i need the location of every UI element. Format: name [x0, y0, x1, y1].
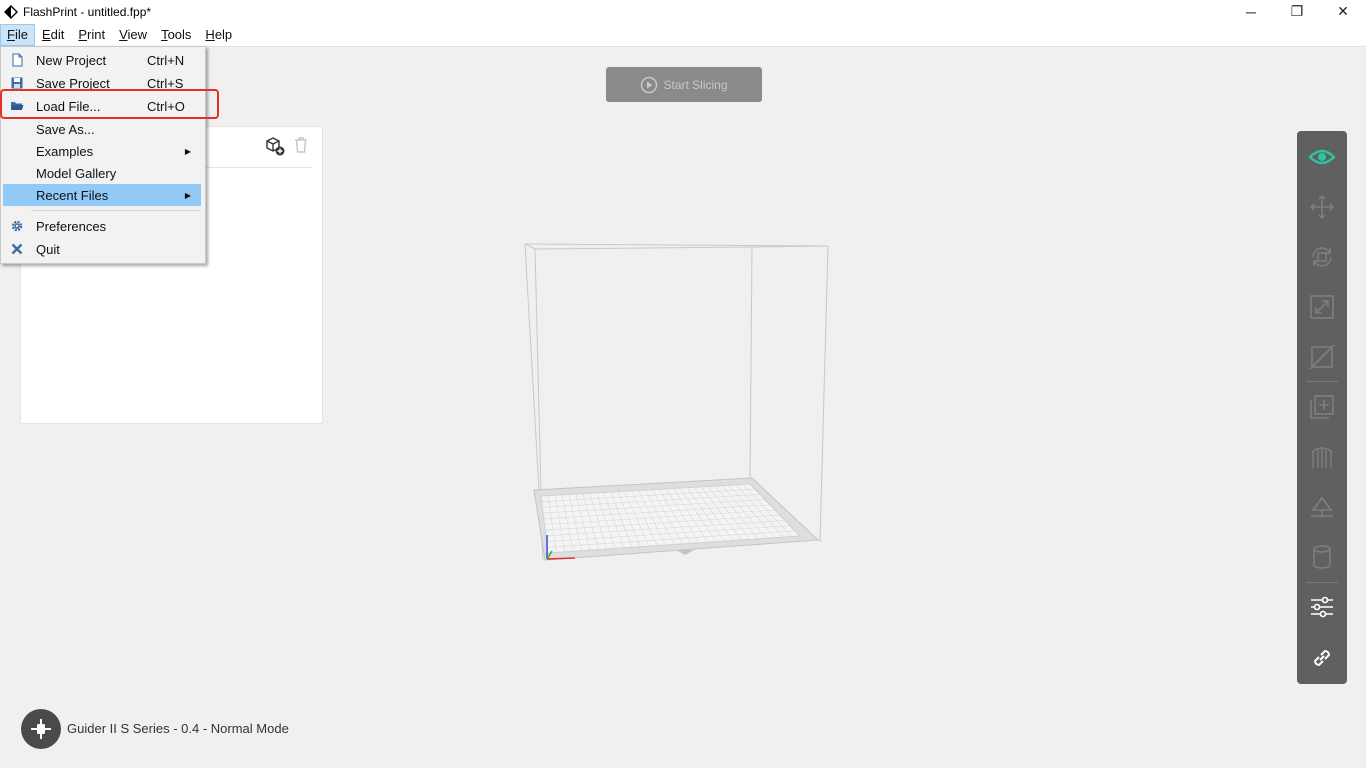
- menu-item-model-gallery[interactable]: Model Gallery: [3, 162, 201, 184]
- leveling-icon[interactable]: [1297, 487, 1347, 527]
- save-as-label: Save As...: [36, 121, 95, 137]
- start-slicing-label: Start Slicing: [663, 77, 728, 92]
- right-toolbar: [1297, 131, 1347, 684]
- move-icon[interactable]: [1297, 187, 1347, 227]
- model-gallery-label: Model Gallery: [36, 165, 117, 181]
- link-icon[interactable]: [1297, 638, 1347, 678]
- menu-item-recent-files[interactable]: Recent Files ▶: [3, 184, 201, 206]
- preferences-label: Preferences: [36, 218, 107, 234]
- new-project-shortcut: Ctrl+N: [147, 52, 185, 68]
- trash-icon[interactable]: [292, 135, 310, 162]
- recent-files-label: Recent Files: [36, 187, 109, 203]
- toolbar-separator: [1306, 582, 1338, 583]
- file-dropdown-menu: New Project Ctrl+N Save Project Ctrl+S L…: [0, 46, 206, 264]
- printer-connection-icon[interactable]: [21, 709, 61, 749]
- cylinder-icon[interactable]: [1297, 537, 1347, 577]
- close-x-icon: [8, 242, 26, 256]
- start-slicing-button[interactable]: Start Slicing: [606, 67, 762, 102]
- add-model-icon[interactable]: [264, 135, 286, 162]
- play-icon: [640, 76, 658, 94]
- add-icon[interactable]: [1297, 387, 1347, 427]
- rotate-icon[interactable]: [1297, 237, 1347, 277]
- menu-item-examples[interactable]: Examples ▶: [3, 140, 201, 162]
- menu-item-quit[interactable]: Quit: [3, 238, 201, 260]
- scale-icon[interactable]: [1297, 287, 1347, 327]
- save-icon: [8, 76, 26, 90]
- cut-icon[interactable]: [1297, 337, 1347, 377]
- toolbar-separator: [1306, 381, 1338, 382]
- quit-label: Quit: [36, 241, 60, 257]
- gear-icon: [8, 219, 26, 233]
- examples-label: Examples: [36, 143, 94, 159]
- submenu-arrow-icon: ▶: [184, 190, 191, 200]
- menu-separator: [31, 210, 201, 211]
- new-project-label: New Project: [36, 52, 107, 68]
- view-icon[interactable]: [1297, 137, 1347, 177]
- highlight-annotation-box: [0, 89, 219, 119]
- submenu-arrow-icon: ▶: [184, 146, 191, 156]
- supports-icon[interactable]: [1297, 437, 1347, 477]
- menu-item-new-project[interactable]: New Project Ctrl+N: [3, 49, 201, 71]
- new-project-icon: [8, 53, 26, 67]
- settings-sliders-icon[interactable]: [1297, 587, 1347, 627]
- printer-mode-text: Guider II S Series - 0.4 - Normal Mode: [67, 721, 289, 736]
- menu-item-preferences[interactable]: Preferences: [3, 215, 201, 237]
- menu-item-save-as[interactable]: Save As...: [3, 118, 201, 140]
